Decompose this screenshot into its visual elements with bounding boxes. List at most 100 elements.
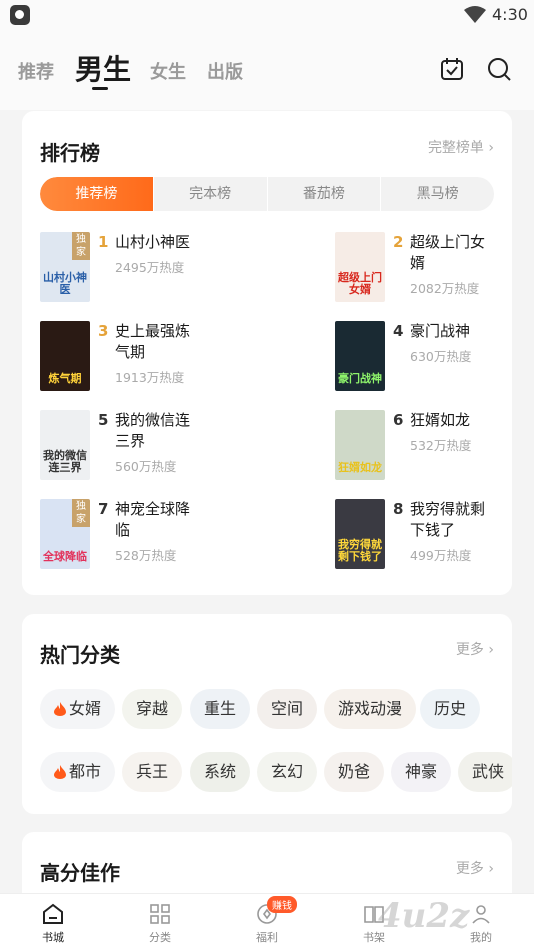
home-icon <box>43 903 63 924</box>
ranking-tabs: 推荐榜 完本榜 番茄榜 黑马榜 <box>40 177 494 211</box>
category-chip-label: 历史 <box>434 699 467 718</box>
category-chip-label: 女婿 <box>69 699 102 718</box>
book-cover: 炼气期 <box>40 321 90 391</box>
high-score-more-link[interactable]: 更多 › <box>456 858 494 878</box>
category-chip-label: 神豪 <box>405 762 438 781</box>
book-heat: 2082万热度 <box>410 281 480 296</box>
category-chip-label: 游戏动漫 <box>338 699 403 718</box>
book-cover: 全球降临 独家 <box>40 499 90 569</box>
tab-recommend[interactable]: 推荐 <box>18 58 54 84</box>
rank-tab-darkhorse[interactable]: 黑马榜 <box>381 177 494 211</box>
book-rank: 6 <box>393 411 404 429</box>
hot-categories-title: 热门分类 <box>40 643 120 667</box>
category-chip[interactable]: 穿越 <box>122 689 183 729</box>
book-item[interactable]: 我的微信连三界 5 我的微信连三界 560万热度 <box>40 410 260 482</box>
category-chip[interactable]: 都市 <box>40 752 116 792</box>
book-title: 我穷得就剩下钱了 <box>410 500 486 539</box>
book-title: 山村小神医 <box>115 233 191 251</box>
category-chip[interactable]: 神豪 <box>391 752 452 792</box>
nav-category[interactable]: 分类 <box>130 902 190 945</box>
category-chip[interactable]: 武侠 <box>458 752 512 792</box>
category-chip-label: 都市 <box>69 762 102 781</box>
fire-icon <box>54 765 66 779</box>
search-icon[interactable] <box>486 56 512 82</box>
category-chip[interactable]: 奶爸 <box>324 752 385 792</box>
status-time: 4:30 <box>492 5 528 24</box>
calendar-checkin-icon[interactable] <box>439 56 465 82</box>
book-heat: 532万热度 <box>410 438 472 453</box>
book-item[interactable]: 全球降临 独家 7 神宠全球降临 528万热度 <box>40 499 260 571</box>
book-cover: 山村小神医 独家 <box>40 232 90 302</box>
status-bar: 4:30 <box>0 0 534 30</box>
category-chip-label: 武侠 <box>472 762 505 781</box>
book-item[interactable]: 我穷得就剩下钱了 8 我穷得就剩下钱了 499万热度 <box>335 499 534 571</box>
book-heat: 2495万热度 <box>115 260 185 275</box>
book-cover-title: 狂婿如龙 <box>338 461 382 474</box>
book-item[interactable]: 超级上门女婿 2 超级上门女婿 2082万热度 <box>335 232 534 304</box>
book-item[interactable]: 狂婿如龙 6 狂婿如龙 532万热度 <box>335 410 534 482</box>
full-ranking-link[interactable]: 完整榜单 › <box>428 137 494 157</box>
book-rank: 7 <box>98 500 109 518</box>
book-cover-title: 山村小神医 <box>43 271 87 296</box>
category-chip-label: 穿越 <box>136 699 169 718</box>
category-chip[interactable]: 兵王 <box>122 752 183 792</box>
nav-label-welfare: 福利 <box>256 931 278 944</box>
book-cover-title: 超级上门女婿 <box>338 271 382 296</box>
exclusive-badge: 独家 <box>72 499 90 527</box>
book-cover: 豪门战神 <box>335 321 385 391</box>
tab-female[interactable]: 女生 <box>150 58 186 84</box>
book-heat: 1913万热度 <box>115 370 185 385</box>
book-title: 豪门战神 <box>410 322 471 340</box>
ranking-card: 排行榜 完整榜单 › 推荐榜 完本榜 番茄榜 黑马榜 山村小神医 独家 1 山村小神医… <box>22 111 512 595</box>
category-chip-label: 玄幻 <box>271 762 304 781</box>
nav-bookstore[interactable]: 书城 <box>23 902 83 945</box>
book-item[interactable]: 炼气期 3 史上最强炼气期 1913万热度 <box>40 321 260 393</box>
rank-tab-recommend[interactable]: 推荐榜 <box>40 177 154 211</box>
tab-male[interactable]: 男生 <box>75 48 131 88</box>
active-tab-indicator <box>92 87 108 90</box>
book-cover: 超级上门女婿 <box>335 232 385 302</box>
book-rank: 5 <box>98 411 109 429</box>
book-item[interactable]: 豪门战神 4 豪门战神 630万热度 <box>335 321 534 393</box>
category-chip[interactable]: 历史 <box>420 689 481 729</box>
book-cover-title: 全球降临 <box>43 550 87 563</box>
book-rank: 1 <box>98 233 109 251</box>
category-chip[interactable]: 游戏动漫 <box>324 689 417 729</box>
book-cover: 我的微信连三界 <box>40 410 90 480</box>
book-item[interactable]: 山村小神医 独家 1 山村小神医 2495万热度 <box>40 232 260 304</box>
category-chip[interactable]: 空间 <box>257 689 318 729</box>
book-title: 神宠全球降临 <box>115 500 191 539</box>
category-chip[interactable]: 重生 <box>190 689 251 729</box>
category-chip-label: 奶爸 <box>338 762 371 781</box>
exclusive-badge: 独家 <box>72 232 90 260</box>
book-cover-title: 我的微信连三界 <box>43 449 87 474</box>
book-cover-title: 炼气期 <box>48 372 82 385</box>
book-rank: 2 <box>393 233 404 251</box>
wifi-icon <box>464 6 486 23</box>
rank-tab-finished[interactable]: 完本榜 <box>154 177 268 211</box>
category-chip[interactable]: 玄幻 <box>257 752 318 792</box>
book-cover: 我穷得就剩下钱了 <box>335 499 385 569</box>
book-heat: 499万热度 <box>410 548 472 563</box>
book-cover: 狂婿如龙 <box>335 410 385 480</box>
nav-welfare[interactable]: 赚钱 福利 <box>237 896 297 945</box>
welfare-badge: 赚钱 <box>267 896 297 913</box>
app-notification-icon <box>10 5 30 25</box>
category-chip[interactable]: 系统 <box>190 752 251 792</box>
tab-publish[interactable]: 出版 <box>207 58 243 84</box>
book-cover-title: 我穷得就剩下钱了 <box>338 538 382 563</box>
rank-tab-tomato[interactable]: 番茄榜 <box>268 177 382 211</box>
hot-categories-more-link[interactable]: 更多 › <box>456 639 494 659</box>
category-chip-label: 系统 <box>204 762 237 781</box>
grid-icon <box>150 904 170 924</box>
high-score-title: 高分佳作 <box>40 861 120 885</box>
top-header: 推荐 男生 女生 出版 <box>0 30 534 110</box>
category-chip-label: 空间 <box>271 699 304 718</box>
book-title: 狂婿如龙 <box>410 411 471 429</box>
book-heat: 630万热度 <box>410 349 472 364</box>
category-chip-label: 重生 <box>204 699 237 718</box>
category-chip[interactable]: 女婿 <box>40 689 116 729</box>
site-watermark: 4u2z <box>378 896 470 936</box>
nav-label-bookstore: 书城 <box>42 931 64 944</box>
nav-label-category: 分类 <box>149 931 171 944</box>
